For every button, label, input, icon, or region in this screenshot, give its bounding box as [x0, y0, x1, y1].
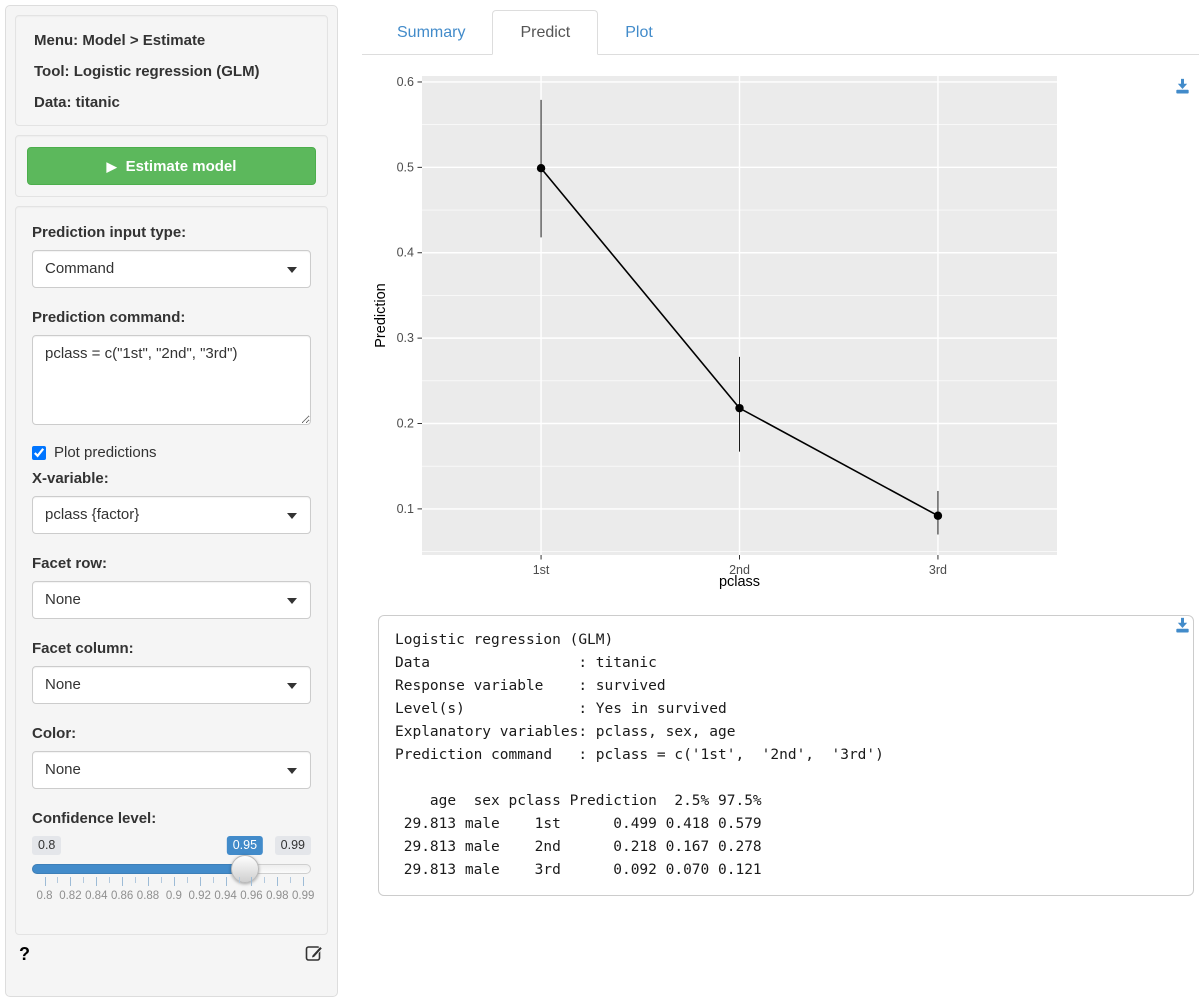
svg-text:0.1: 0.1 [397, 502, 414, 516]
color-label: Color: [32, 724, 311, 743]
slider-filled-bar [32, 864, 245, 874]
prediction-controls-panel: Prediction input type: Command Predictio… [15, 206, 328, 935]
slider-max-badge: 0.99 [275, 836, 311, 855]
caret-down-icon [287, 768, 297, 774]
caret-down-icon [287, 267, 297, 273]
svg-text:0.2: 0.2 [397, 417, 414, 431]
svg-text:1st: 1st [533, 563, 550, 577]
prediction-output-text: Logistic regression (GLM) Data : titanic… [379, 616, 1193, 895]
edit-icon[interactable] [305, 943, 324, 966]
prediction-plot-section: 0.10.20.30.40.50.61st2nd3rdpclassPredict… [362, 69, 1199, 589]
tab-plot[interactable]: Plot [598, 11, 680, 54]
confidence-level-slider[interactable]: 0.8 0.95 0.99 0.80.820.840.860.880.90.92… [32, 836, 311, 922]
menu-breadcrumb: Menu: Model > Estimate [34, 31, 309, 50]
sidebar-footer: ? [19, 943, 324, 966]
radiant-app: Menu: Model > Estimate Tool: Logistic re… [0, 0, 1199, 1003]
prediction-output-box: Logistic regression (GLM) Data : titanic… [378, 615, 1194, 896]
facet-row-value: None [45, 591, 81, 608]
x-variable-label: X-variable: [32, 469, 311, 488]
estimate-model-button-label: Estimate model [126, 158, 237, 175]
x-variable-select[interactable]: pclass {factor} [32, 496, 311, 534]
caret-down-icon [287, 513, 297, 519]
help-icon[interactable]: ? [19, 944, 30, 965]
prediction-output-section: Logistic regression (GLM) Data : titanic… [362, 615, 1199, 896]
slider-grid-labels: 0.80.820.840.860.880.90.920.940.960.980.… [32, 890, 311, 904]
color-select[interactable]: None [32, 751, 311, 789]
input-type-value: Command [45, 260, 114, 277]
svg-text:0.5: 0.5 [397, 160, 414, 174]
svg-text:pclass: pclass [719, 574, 760, 589]
download-data-icon[interactable] [1174, 617, 1191, 638]
confidence-level-label: Confidence level: [32, 809, 311, 828]
facet-column-label: Facet column: [32, 639, 311, 658]
estimate-panel: ▶ Estimate model [15, 135, 328, 197]
slider-min-badge: 0.8 [32, 836, 61, 855]
download-plot-icon[interactable] [1174, 78, 1191, 99]
plot-predictions-label[interactable]: Plot predictions [54, 444, 157, 461]
plot-predictions-checkbox[interactable] [32, 446, 46, 460]
svg-text:0.4: 0.4 [397, 246, 414, 260]
tab-predict[interactable]: Predict [492, 10, 598, 55]
input-type-select[interactable]: Command [32, 250, 311, 288]
model-info-panel: Menu: Model > Estimate Tool: Logistic re… [15, 15, 328, 126]
color-value: None [45, 761, 81, 778]
prediction-plot: 0.10.20.30.40.50.61st2nd3rdpclassPredict… [370, 69, 1070, 589]
svg-text:3rd: 3rd [929, 563, 947, 577]
command-label: Prediction command: [32, 308, 311, 327]
facet-column-value: None [45, 676, 81, 693]
svg-text:Prediction: Prediction [373, 283, 389, 347]
data-label: Data: titanic [34, 93, 309, 112]
facet-row-label: Facet row: [32, 554, 311, 573]
caret-down-icon [287, 598, 297, 604]
estimate-model-button[interactable]: ▶ Estimate model [27, 147, 316, 185]
tab-summary[interactable]: Summary [370, 11, 492, 54]
prediction-command-input[interactable]: pclass = c("1st", "2nd", "3rd") [32, 335, 311, 425]
main-content: Summary Predict Plot 0.1 0.2 0.3 0.4 0.5 0.6 1… [362, 0, 1199, 1003]
caret-down-icon [287, 683, 297, 689]
x-variable-value: pclass {factor} [45, 506, 139, 523]
facet-row-select[interactable]: None [32, 581, 311, 619]
input-type-label: Prediction input type: [32, 223, 311, 242]
play-icon: ▶ [107, 160, 117, 173]
svg-text:0.6: 0.6 [397, 75, 414, 89]
sidebar: Menu: Model > Estimate Tool: Logistic re… [5, 5, 338, 997]
tab-bar: Summary Predict Plot [362, 0, 1199, 55]
svg-text:0.3: 0.3 [397, 331, 414, 345]
facet-column-select[interactable]: None [32, 666, 311, 704]
slider-ticks [32, 877, 311, 886]
slider-value-badge: 0.95 [227, 836, 263, 855]
tool-label: Tool: Logistic regression (GLM) [34, 62, 309, 81]
